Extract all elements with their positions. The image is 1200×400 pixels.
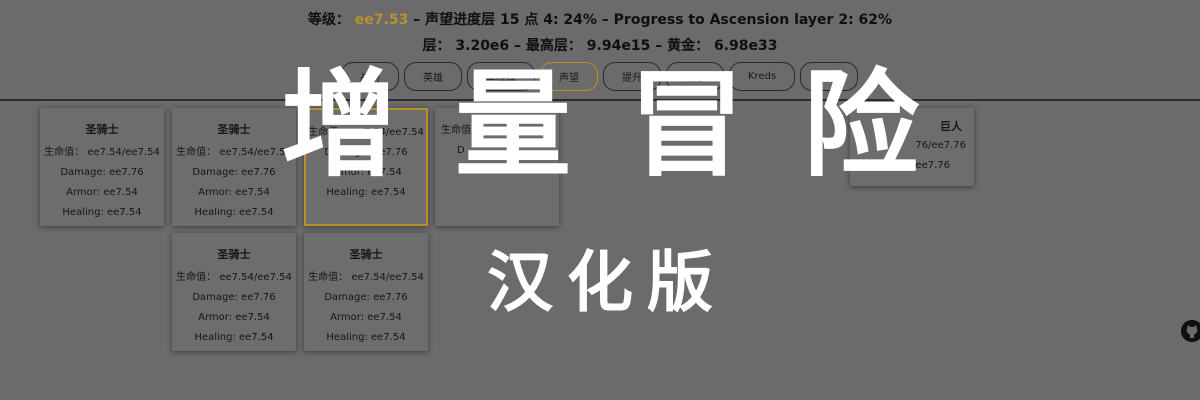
- gold-value: 6.98e33: [713, 38, 778, 54]
- level-value: ee7.53: [354, 12, 409, 28]
- highest-layer-label: – 最高层：: [514, 38, 582, 54]
- prestige-progress-text: – 声望进度层 15 点 4: 24% – Progress to Ascens…: [413, 12, 893, 28]
- card-healing: Healing: ee7.54: [194, 332, 274, 343]
- banner-subtitle: 汉化版: [487, 244, 727, 321]
- highest-layer-value: 9.94e15: [586, 38, 651, 54]
- github-icon[interactable]: [1181, 320, 1200, 342]
- layer-value: 3.20e6: [455, 38, 510, 54]
- level-label: 等级：: [307, 12, 350, 28]
- card-healing: Healing: ee7.54: [194, 207, 274, 218]
- layer-label: 层：: [422, 38, 451, 54]
- card-healing: Healing: ee7.54: [326, 332, 406, 343]
- card-healing: Healing: ee7.54: [62, 207, 142, 218]
- card-armor: Armor: ee7.54: [198, 187, 270, 198]
- card-armor: Armor: ee7.54: [66, 187, 138, 198]
- status-line-level: 等级： ee7.53 – 声望进度层 15 点 4: 24% – Progres…: [0, 9, 1200, 29]
- github-icon-glyph: [1181, 320, 1200, 342]
- gold-label: – 黄金：: [655, 38, 710, 54]
- banner-title: 增量冒险: [281, 58, 977, 193]
- status-line-resources: 层： 3.20e6 – 最高层： 9.94e15 – 黄金： 6.98e33: [0, 35, 1200, 55]
